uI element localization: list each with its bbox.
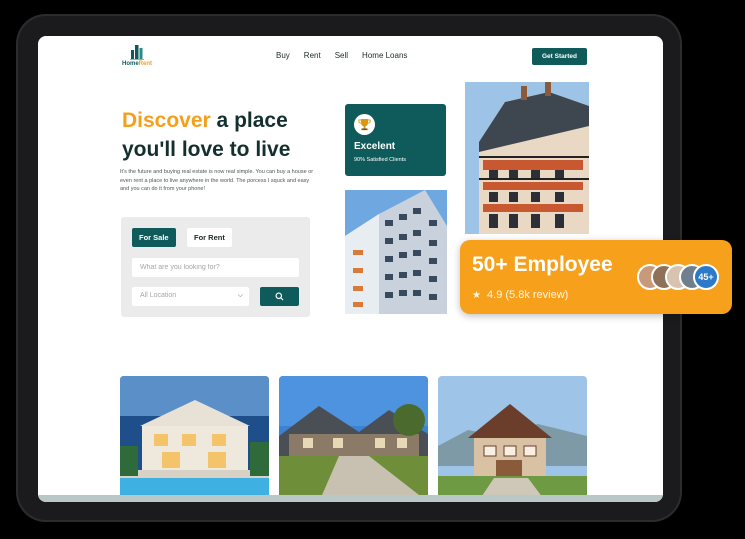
logo[interactable]: HomeRent	[120, 44, 154, 67]
excellence-title: Excelent	[354, 141, 396, 152]
property-card-cottage[interactable]	[279, 376, 428, 502]
bottom-strip	[38, 495, 663, 502]
search-icon	[275, 292, 284, 301]
tab-for-sale[interactable]: For Sale	[132, 228, 176, 247]
tower-building-photo	[345, 190, 447, 314]
hero-description: It's the future and buying real estate i…	[120, 169, 314, 192]
get-started-button[interactable]: Get Started	[532, 48, 587, 65]
badge-rating-text: 4.9 (5.8k review)	[487, 289, 569, 301]
hero-title-line1: a place	[210, 109, 288, 132]
nav-rent[interactable]: Rent	[304, 51, 321, 60]
property-card-villa[interactable]	[120, 376, 269, 502]
tab-for-rent[interactable]: For Rent	[187, 228, 232, 247]
location-select[interactable]: All Location ⌵	[132, 287, 249, 306]
nav-home-loans[interactable]: Home Loans	[362, 51, 407, 60]
hero-title-accent: Discover	[122, 109, 211, 132]
trophy-icon-wrap	[354, 114, 375, 135]
chevron-down-icon: ⌵	[237, 292, 243, 299]
excellence-card: Excelent 90% Satisfied Clients	[345, 104, 446, 176]
search-panel: For Sale For Rent All Location ⌵	[121, 217, 310, 317]
trophy-icon	[358, 119, 371, 131]
search-button[interactable]	[260, 287, 299, 306]
hero-title-line2: you'll love to live	[122, 138, 291, 161]
star-icon: ★	[472, 290, 481, 301]
badge-title: 50+ Employee	[472, 253, 613, 276]
logo-building-icon	[130, 45, 144, 60]
employee-badge: 50+ Employee ★ 4.9 (5.8k review) 45+	[460, 240, 732, 314]
main-nav: Buy Rent Sell Home Loans	[276, 51, 407, 60]
search-input[interactable]	[132, 258, 299, 277]
apartment-building-photo	[465, 82, 589, 234]
property-card-chalet[interactable]	[438, 376, 587, 502]
hero-title: Discover a place you'll love to live	[122, 106, 332, 164]
location-value: All Location	[140, 292, 177, 299]
badge-rating: ★ 4.9 (5.8k review)	[472, 289, 568, 301]
logo-text: HomeRent	[121, 61, 152, 67]
nav-sell[interactable]: Sell	[335, 51, 348, 60]
nav-buy[interactable]: Buy	[276, 51, 290, 60]
avatar-count-badge: 45+	[693, 264, 719, 290]
excellence-subtitle: 90% Satisfied Clients	[354, 157, 406, 163]
